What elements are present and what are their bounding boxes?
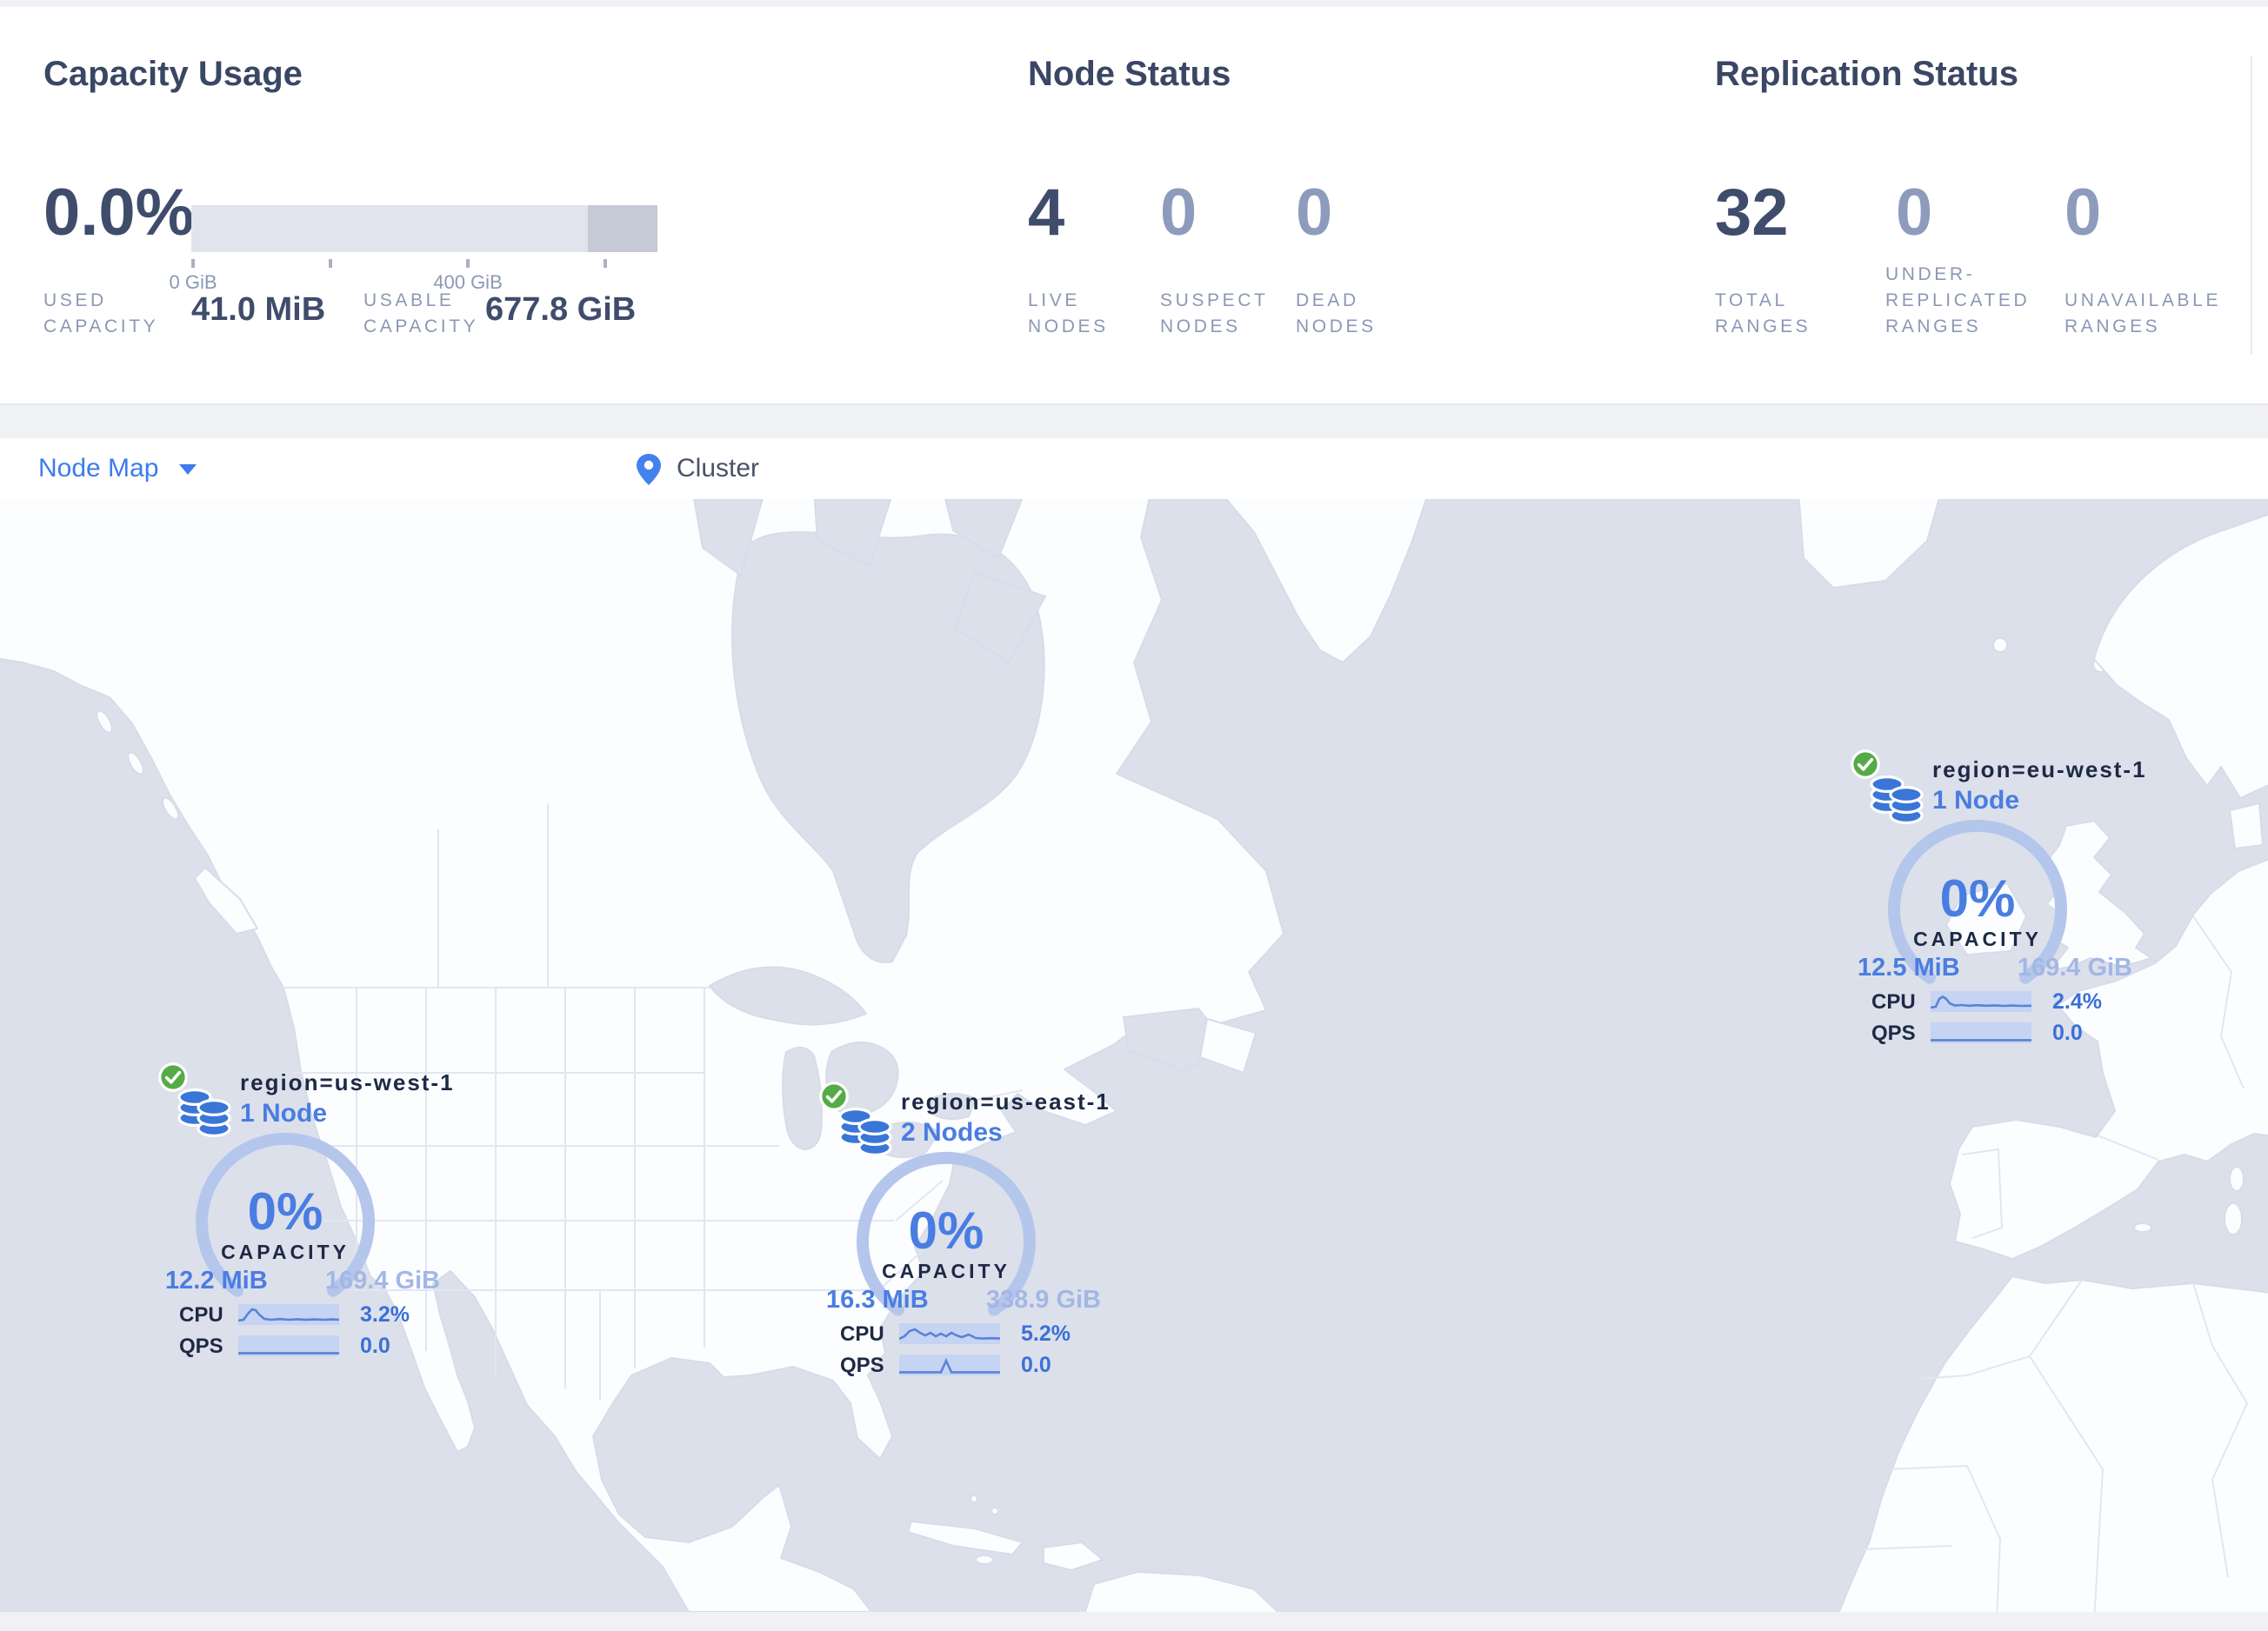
qps-value: 0.0 — [2052, 1021, 2083, 1045]
cpu-value: 3.2% — [360, 1302, 410, 1327]
live-nodes-count: 4 — [1028, 177, 1065, 250]
qps-label: QPS — [179, 1334, 223, 1358]
cpu-value: 2.4% — [2052, 989, 2102, 1014]
node-map-page: Capacity Usage 0.0% 0 GiB 400 GiB USED C… — [0, 0, 2268, 1631]
capacity-bar-tick — [466, 259, 469, 268]
locality-region-label[interactable]: region=us-east-1 — [901, 1088, 1111, 1115]
unavailable-ranges-label: UNAVAILABLE RANGES — [2065, 290, 2222, 337]
capacity-percent: 0% — [1939, 871, 2016, 929]
node-map-canvas: region=us-west-1 1 Node 0% CAPACITY 12.2… — [0, 499, 2268, 1612]
total-ranges-label: TOTAL RANGES — [1715, 290, 1811, 337]
breadcrumb[interactable]: Cluster — [637, 438, 759, 499]
qps-value: 0.0 — [360, 1334, 390, 1358]
suspect-nodes-count: 0 — [1160, 177, 1197, 250]
capacity-caption: CAPACITY — [1913, 930, 2042, 951]
dead-nodes-count: 0 — [1296, 177, 1333, 250]
node-status-title: Node Status — [1028, 56, 1231, 94]
capacity-bar-tick-label: 0 GiB — [169, 273, 217, 294]
capacity-used-percent: 0.0% — [43, 177, 195, 250]
cpu-sparkline — [899, 1323, 1000, 1344]
cluster-overview-panel: Capacity Usage 0.0% 0 GiB 400 GiB USED C… — [0, 7, 2268, 405]
capacity-bar-nonusable-segment — [588, 205, 657, 252]
capacity-caption: CAPACITY — [221, 1243, 350, 1264]
qps-label: QPS — [840, 1353, 884, 1377]
capacity-percent: 0% — [247, 1184, 324, 1242]
page-bottom-margin — [0, 1612, 2268, 1631]
live-nodes-label: LIVE NODES — [1028, 290, 1109, 337]
locality-marker-us-west-1[interactable]: region=us-west-1 1 Node 0% CAPACITY 12.2… — [158, 1062, 471, 1368]
cpu-label: CPU — [1871, 989, 1916, 1014]
capacity-used-value: 12.5 MiB — [1858, 955, 1960, 982]
caret-down-icon — [179, 463, 197, 474]
capacity-percent: 0% — [908, 1203, 984, 1261]
cpu-value: 5.2% — [1021, 1321, 1071, 1346]
qps-sparkline — [899, 1355, 1000, 1375]
map-pin-icon — [637, 453, 661, 484]
qps-label: QPS — [1871, 1021, 1916, 1045]
locality-marker-eu-west-1[interactable]: region=eu-west-1 1 Node 0% CAPACITY 12.5… — [1851, 749, 2164, 1055]
cpu-label: CPU — [840, 1321, 884, 1346]
capacity-bar — [191, 205, 657, 252]
capacity-used-value: 12.2 MiB — [165, 1268, 268, 1295]
usable-capacity-label: USABLE CAPACITY — [364, 290, 479, 337]
capacity-total-value: 169.4 GiB — [324, 1268, 440, 1295]
replication-status-title: Replication Status — [1715, 56, 2018, 94]
capacity-bar-tick — [604, 259, 606, 268]
under-replicated-ranges-label: UNDER- REPLICATED RANGES — [1885, 264, 2031, 337]
used-capacity-label: USED CAPACITY — [43, 290, 159, 337]
capacity-usage-title: Capacity Usage — [43, 56, 303, 94]
locality-region-label[interactable]: region=eu-west-1 — [1932, 756, 2147, 782]
view-selector-dropdown[interactable]: Node Map — [38, 438, 197, 499]
capacity-bar-tick — [191, 259, 194, 268]
cpu-sparkline — [238, 1304, 339, 1325]
under-replicated-ranges-count: 0 — [1896, 177, 1933, 250]
capacity-total-value: 169.4 GiB — [2017, 955, 2132, 982]
qps-sparkline — [238, 1335, 339, 1356]
world-map — [0, 499, 2268, 1612]
qps-value: 0.0 — [1021, 1353, 1051, 1377]
map-toolbar: Node Map Cluster 10m Past 10 Minutes — [0, 438, 2268, 929]
breadcrumb-label: Cluster — [677, 454, 760, 483]
suspect-nodes-label: SUSPECT NODES — [1160, 290, 1269, 337]
panel-divider — [2251, 56, 2252, 355]
capacity-caption: CAPACITY — [882, 1262, 1011, 1283]
capacity-bar-tick — [329, 259, 331, 268]
total-ranges-count: 32 — [1715, 177, 1789, 250]
locality-region-label[interactable]: region=us-west-1 — [240, 1069, 455, 1095]
view-selector-label: Node Map — [38, 454, 159, 483]
usable-capacity-value: 677.8 GiB — [485, 292, 637, 329]
cpu-label: CPU — [179, 1302, 223, 1327]
qps-sparkline — [1931, 1022, 2031, 1043]
cpu-sparkline — [1931, 991, 2031, 1012]
capacity-used-value: 16.3 MiB — [826, 1287, 929, 1315]
capacity-total-value: 338.9 GiB — [985, 1287, 1101, 1315]
unavailable-ranges-count: 0 — [2065, 177, 2102, 250]
locality-marker-us-east-1[interactable]: region=us-east-1 2 Nodes 0% CAPACITY 16.… — [819, 1082, 1132, 1388]
dead-nodes-label: DEAD NODES — [1296, 290, 1377, 337]
used-capacity-value: 41.0 MiB — [191, 292, 326, 329]
